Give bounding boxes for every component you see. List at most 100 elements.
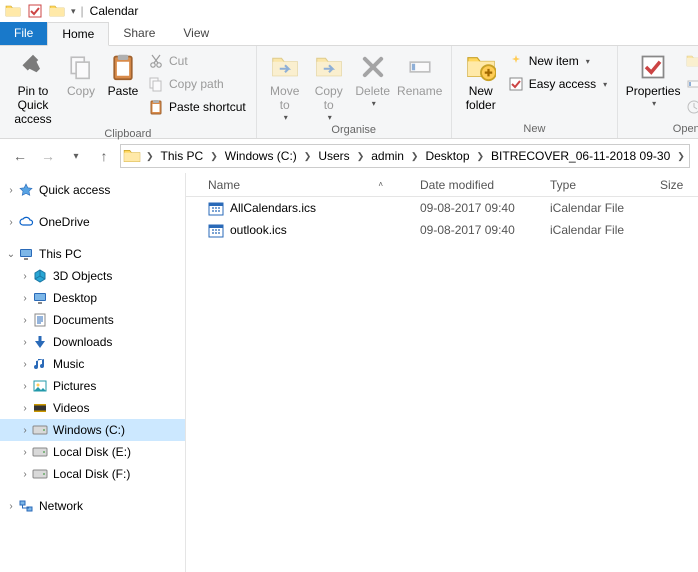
expand-icon[interactable]: › xyxy=(4,185,18,196)
tree-3d-objects[interactable]: ›3D Objects xyxy=(0,265,185,287)
expand-icon[interactable]: › xyxy=(18,447,32,458)
expand-icon[interactable]: › xyxy=(18,293,32,304)
open-button[interactable]: Open xyxy=(686,51,698,71)
music-icon xyxy=(32,356,48,372)
chevron-right-icon[interactable]: ❯ xyxy=(674,151,688,162)
breadcrumb-segment[interactable]: backup xyxy=(688,145,690,167)
chevron-right-icon[interactable]: ❯ xyxy=(474,151,488,162)
tree-videos[interactable]: ›Videos xyxy=(0,397,185,419)
chevron-right-icon[interactable]: ❯ xyxy=(143,151,157,162)
expand-icon[interactable]: › xyxy=(18,337,32,348)
expand-icon[interactable]: › xyxy=(18,315,32,326)
ribbon-group-open: Properties▾ Open Edit History Open xyxy=(618,46,698,138)
expand-icon[interactable]: › xyxy=(4,217,18,228)
network-icon xyxy=(18,498,34,514)
copy-button[interactable]: Copy xyxy=(60,49,102,99)
videos-icon xyxy=(32,400,48,416)
ribbon-group-organise: Move to▾ Copy to▾ Delete▾ Rename Organis… xyxy=(257,46,452,138)
sort-ascending-icon: ˄ xyxy=(378,180,383,189)
copy-to-icon xyxy=(313,51,345,83)
tree-desktop[interactable]: ›Desktop xyxy=(0,287,185,309)
history-button[interactable]: History xyxy=(686,97,698,117)
paste-shortcut-button[interactable]: Paste shortcut xyxy=(148,97,246,117)
tree-onedrive[interactable]: ›OneDrive xyxy=(0,211,185,233)
expand-icon[interactable]: › xyxy=(4,501,18,512)
collapse-icon[interactable]: ⌄ xyxy=(4,249,18,260)
copy-to-button[interactable]: Copy to▾ xyxy=(307,49,351,122)
quick-props-icon[interactable] xyxy=(49,3,65,19)
copy-path-button[interactable]: Copy path xyxy=(148,74,246,94)
tree-quick-access[interactable]: ›Quick access xyxy=(0,179,185,201)
tab-share[interactable]: Share xyxy=(109,22,169,45)
rename-button[interactable]: Rename xyxy=(395,49,445,99)
chevron-right-icon[interactable]: ❯ xyxy=(408,151,422,162)
back-button[interactable]: ← xyxy=(8,144,32,168)
folder-icon xyxy=(5,3,21,19)
cut-button[interactable]: Cut xyxy=(148,51,246,71)
group-label-organise: Organise xyxy=(263,122,445,139)
breadcrumb-segment[interactable]: Windows (C:) xyxy=(221,145,301,167)
file-row[interactable]: AllCalendars.ics09-08-2017 09:40iCalenda… xyxy=(186,197,698,219)
ribbon-group-clipboard: Pin to Quick access Copy Paste Cut Copy … xyxy=(0,46,257,138)
delete-button[interactable]: Delete▾ xyxy=(351,49,395,108)
chevron-right-icon[interactable]: ❯ xyxy=(301,151,315,162)
chevron-right-icon[interactable]: ❯ xyxy=(354,151,368,162)
move-to-button[interactable]: Move to▾ xyxy=(263,49,307,122)
tab-home[interactable]: Home xyxy=(47,22,109,46)
expand-icon[interactable]: › xyxy=(18,271,32,282)
folder-icon xyxy=(123,147,141,165)
easy-access-button[interactable]: Easy access▾ xyxy=(508,74,607,94)
pin-to-quick-access-button[interactable]: Pin to Quick access xyxy=(6,49,60,126)
breadcrumb-segment[interactable]: admin xyxy=(367,145,408,167)
column-header-date[interactable]: Date modified xyxy=(412,173,542,196)
tree-documents[interactable]: ›Documents xyxy=(0,309,185,331)
tree-local-disk-f[interactable]: ›Local Disk (F:) xyxy=(0,463,185,485)
file-type: iCalendar File xyxy=(542,223,652,237)
forward-button[interactable]: → xyxy=(36,144,60,168)
tree-downloads[interactable]: ›Downloads xyxy=(0,331,185,353)
title-bar: ▾ | Calendar xyxy=(0,0,698,22)
new-item-button[interactable]: New item▾ xyxy=(508,51,607,71)
file-date: 09-08-2017 09:40 xyxy=(412,223,542,237)
expand-icon[interactable]: › xyxy=(18,425,32,436)
expand-icon[interactable]: › xyxy=(18,381,32,392)
ribbon: Pin to Quick access Copy Paste Cut Copy … xyxy=(0,46,698,139)
cube-icon xyxy=(32,268,48,284)
recent-locations-button[interactable]: ▾ xyxy=(64,144,88,168)
properties-button[interactable]: Properties▾ xyxy=(624,49,682,108)
breadcrumb-segment[interactable]: BITRECOVER_06-11-2018 09-30 xyxy=(487,145,674,167)
qat-dropdown-icon[interactable]: ▾ xyxy=(68,6,79,17)
tree-this-pc[interactable]: ⌄This PC xyxy=(0,243,185,265)
pin-icon xyxy=(17,51,49,83)
downloads-icon xyxy=(32,334,48,350)
edit-button[interactable]: Edit xyxy=(686,74,698,94)
new-folder-icon xyxy=(465,51,497,83)
up-button[interactable]: ↑ xyxy=(92,144,116,168)
tree-pictures[interactable]: ›Pictures xyxy=(0,375,185,397)
column-header-type[interactable]: Type xyxy=(542,173,652,196)
ribbon-group-new: New folder New item▾ Easy access▾ New xyxy=(452,46,618,138)
new-folder-button[interactable]: New folder xyxy=(458,49,504,113)
breadcrumb-segment[interactable]: Desktop xyxy=(421,145,473,167)
group-label-new: New xyxy=(458,121,611,138)
tree-local-disk-e[interactable]: ›Local Disk (E:) xyxy=(0,441,185,463)
expand-icon[interactable]: › xyxy=(18,403,32,414)
breadcrumb-segment[interactable]: Users xyxy=(314,145,353,167)
quick-save-icon[interactable] xyxy=(27,3,43,19)
breadcrumb-segment[interactable]: This PC xyxy=(157,145,208,167)
paste-button[interactable]: Paste xyxy=(102,49,144,99)
tab-view[interactable]: View xyxy=(169,22,223,45)
tab-file[interactable]: File xyxy=(0,22,47,45)
chevron-right-icon[interactable]: ❯ xyxy=(207,151,221,162)
expand-icon[interactable]: › xyxy=(18,469,32,480)
address-bar[interactable]: ❯ This PC❯Windows (C:)❯Users❯admin❯Deskt… xyxy=(120,144,690,168)
column-header-size[interactable]: Size xyxy=(652,173,698,196)
file-list: Name˄ Date modified Type Size AllCalenda… xyxy=(186,173,698,572)
tree-network[interactable]: ›Network xyxy=(0,495,185,517)
column-header-name[interactable]: Name˄ xyxy=(186,173,412,196)
tree-music[interactable]: ›Music xyxy=(0,353,185,375)
navigation-pane[interactable]: ›Quick access ›OneDrive ⌄This PC ›3D Obj… xyxy=(0,173,186,572)
tree-windows-c[interactable]: ›Windows (C:) xyxy=(0,419,185,441)
file-row[interactable]: outlook.ics09-08-2017 09:40iCalendar Fil… xyxy=(186,219,698,241)
expand-icon[interactable]: › xyxy=(18,359,32,370)
